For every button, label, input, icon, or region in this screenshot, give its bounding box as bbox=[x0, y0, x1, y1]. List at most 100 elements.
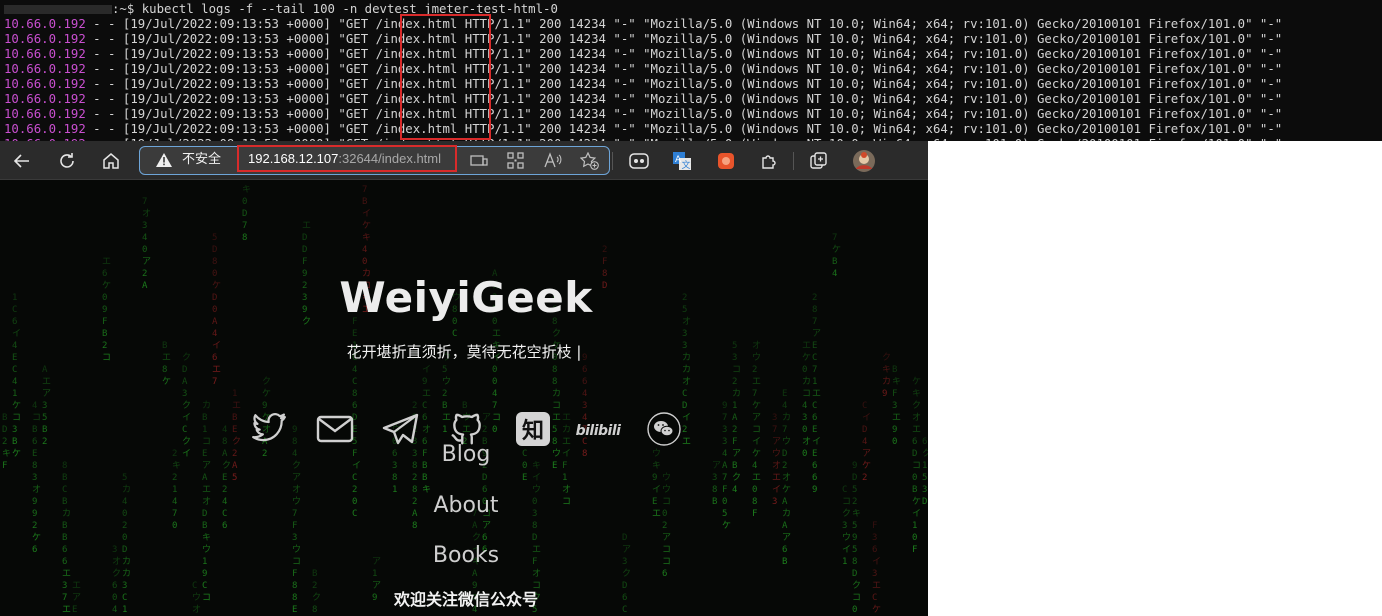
nav-link-blog[interactable]: Blog bbox=[0, 442, 928, 467]
rain-glyph: キ bbox=[912, 389, 921, 399]
rain-glyph: E bbox=[232, 425, 237, 435]
rain-glyph: C bbox=[452, 329, 457, 339]
rain-glyph: 4 bbox=[12, 377, 17, 387]
site-title: WeiyiGeek bbox=[339, 273, 593, 322]
collections-button[interactable] bbox=[806, 148, 832, 174]
qr-code-icon[interactable] bbox=[507, 152, 524, 173]
rain-glyph: キ bbox=[242, 185, 251, 195]
rain-glyph: B bbox=[62, 473, 67, 483]
rain-glyph: 0 bbox=[492, 365, 497, 375]
log-entry-text: - - [19/Jul/2022:09:13:53 +0000] "GET /i… bbox=[85, 17, 1283, 31]
rain-glyph: 2 bbox=[732, 425, 737, 435]
refresh-button[interactable] bbox=[54, 148, 80, 174]
rain-glyph: カ bbox=[882, 376, 891, 387]
back-button[interactable] bbox=[9, 148, 35, 174]
rain-glyph: E bbox=[522, 473, 527, 483]
rain-glyph: 9 bbox=[852, 533, 857, 543]
rain-glyph: 6 bbox=[582, 365, 587, 375]
rain-glyph: 2 bbox=[172, 473, 177, 483]
rain-glyph: 4 bbox=[352, 365, 357, 375]
rain-glyph: A bbox=[202, 473, 208, 483]
log-line: 10.66.0.192 - - [19/Jul/2022:09:13:53 +0… bbox=[4, 107, 1282, 122]
rain-glyph: 9 bbox=[422, 377, 427, 387]
log-line: 10.66.0.192 - - [19/Jul/2022:09:13:53 +0… bbox=[4, 92, 1282, 107]
read-aloud-icon[interactable] bbox=[543, 152, 563, 173]
rain-glyph: 0 bbox=[142, 245, 147, 255]
redacted-username bbox=[4, 5, 112, 14]
rain-glyph: 5 bbox=[232, 473, 237, 483]
rain-glyph: B bbox=[892, 365, 897, 375]
rain-glyph: B bbox=[202, 413, 207, 423]
rain-glyph: エ bbox=[42, 377, 51, 387]
rain-glyph: 0 bbox=[912, 533, 917, 543]
home-icon bbox=[101, 151, 121, 171]
rain-glyph: 5 bbox=[212, 233, 217, 243]
rain-glyph: カ bbox=[202, 400, 211, 411]
home-button[interactable] bbox=[98, 148, 124, 174]
warning-icon[interactable] bbox=[155, 152, 173, 172]
rain-glyph: 4 bbox=[222, 425, 227, 435]
url-port-path[interactable]: :32644/index.html bbox=[338, 151, 441, 166]
rain-glyph: ア bbox=[142, 257, 151, 267]
bilibili-icon: bilibili bbox=[576, 420, 621, 439]
rain-glyph: 6 bbox=[812, 413, 817, 423]
browser-window: 不安全 192.168.12.107:32644/index.html A文 B… bbox=[0, 141, 928, 616]
app-available-icon[interactable] bbox=[470, 153, 488, 173]
rain-glyph: ア bbox=[42, 389, 51, 399]
rain-glyph: B bbox=[62, 533, 67, 543]
rain-glyph: エ bbox=[102, 257, 111, 267]
translate-button[interactable]: A文 bbox=[669, 148, 695, 174]
wechat-follow-prompt: 欢迎关注微信公众号 bbox=[393, 590, 538, 609]
rain-glyph: 1 bbox=[812, 377, 817, 387]
rain-glyph: 7 bbox=[782, 425, 787, 435]
rain-glyph: D bbox=[302, 245, 307, 255]
rain-glyph: 2 bbox=[412, 473, 417, 483]
rain-glyph: 1 bbox=[372, 569, 377, 579]
page-content: BD2キF1C6イ4EC41ケコ3Bケ4コB6E83オ992ケ6Aエア35B28… bbox=[0, 180, 928, 616]
add-favorite-icon[interactable] bbox=[579, 151, 599, 174]
log-entry-text: - - [19/Jul/2022:09:13:53 +0000] "GET /i… bbox=[85, 47, 1283, 61]
security-status-label[interactable]: 不安全 bbox=[182, 147, 221, 173]
rain-glyph: 3 bbox=[772, 413, 777, 423]
profile-button[interactable] bbox=[851, 148, 877, 174]
rain-glyph: キ bbox=[202, 533, 211, 543]
rain-glyph: B bbox=[32, 425, 37, 435]
log-client-ip: 10.66.0.192 bbox=[4, 107, 86, 121]
rain-glyph: C bbox=[812, 401, 817, 411]
rain-glyph: 5 bbox=[442, 365, 447, 375]
rain-glyph: D bbox=[212, 245, 217, 255]
log-client-ip: 10.66.0.192 bbox=[4, 122, 86, 136]
rain-glyph: 0 bbox=[492, 377, 497, 387]
nav-link-books[interactable]: Books bbox=[0, 543, 928, 568]
rain-glyph: 7 bbox=[362, 185, 367, 195]
url-host[interactable]: 192.168.12.107 bbox=[248, 151, 338, 166]
rain-glyph: 7 bbox=[142, 197, 147, 207]
rain-glyph: 6 bbox=[582, 377, 587, 387]
nav-link-about[interactable]: About bbox=[0, 493, 928, 518]
log-entry-text: - - [19/Jul/2022:09:13:53 +0000] "GET /i… bbox=[85, 107, 1283, 121]
rain-glyph: イ bbox=[182, 413, 191, 423]
browser-toolbar: 不安全 192.168.12.107:32644/index.html A文 bbox=[0, 141, 928, 180]
rain-glyph: C bbox=[12, 365, 17, 375]
rain-glyph: F bbox=[892, 389, 897, 399]
rain-glyph: コ bbox=[552, 401, 561, 411]
rain-glyph: 3 bbox=[842, 521, 847, 531]
rain-glyph: 2 bbox=[362, 180, 367, 183]
rain-glyph: イ bbox=[362, 209, 371, 219]
rain-glyph: B bbox=[312, 569, 317, 579]
rain-glyph: 7 bbox=[722, 413, 727, 423]
bilibili-wordmark: bilibili bbox=[575, 422, 621, 439]
rain-glyph: 7 bbox=[832, 233, 837, 243]
rain-glyph: 7 bbox=[242, 221, 247, 231]
app-button[interactable] bbox=[713, 148, 739, 174]
extensions-button[interactable] bbox=[757, 148, 783, 174]
games-button[interactable] bbox=[626, 148, 652, 174]
rain-glyph: 7 bbox=[772, 425, 777, 435]
rain-glyph: ア bbox=[782, 533, 791, 543]
rain-glyph: 1 bbox=[562, 473, 567, 483]
rain-glyph: 7 bbox=[752, 389, 757, 399]
rain-glyph: コ bbox=[752, 425, 761, 435]
url-text[interactable]: 192.168.12.107:32644/index.html bbox=[248, 146, 441, 171]
rain-glyph: 2 bbox=[862, 473, 867, 483]
rain-glyph: オ bbox=[142, 208, 151, 219]
